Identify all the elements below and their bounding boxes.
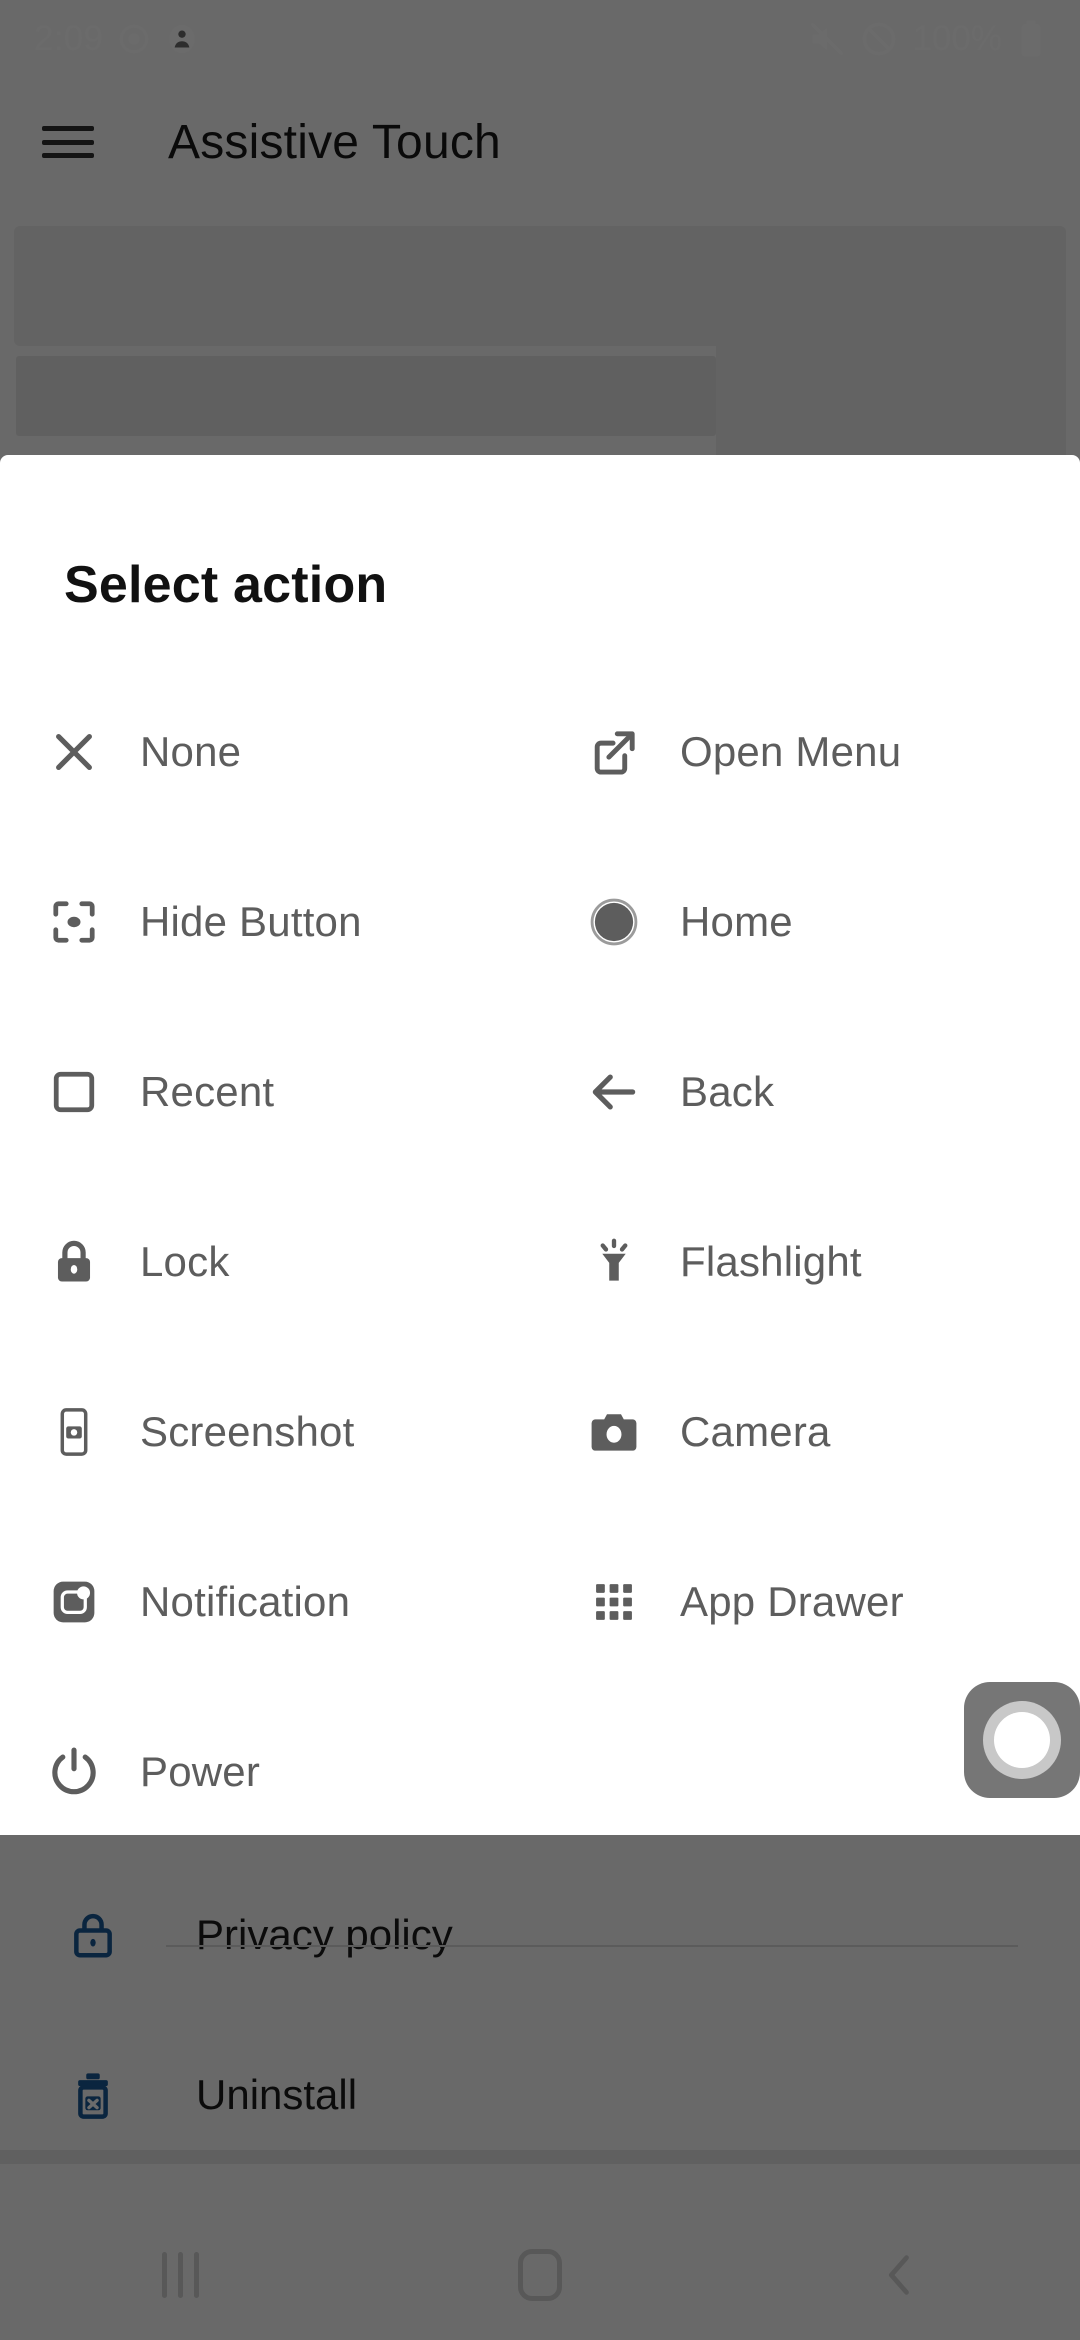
action-label: Hide Button	[140, 898, 362, 945]
lock-icon	[34, 1236, 114, 1288]
action-label: Back	[680, 1068, 775, 1115]
action-item-home[interactable]: Home	[540, 837, 1080, 1007]
flashlight-icon	[574, 1236, 654, 1288]
sheet-title: Select action	[64, 556, 388, 614]
action-item-open-menu[interactable]: Open Menu	[540, 667, 1080, 837]
action-item-screenshot[interactable]: Screenshot	[0, 1347, 540, 1517]
recent-square-icon	[34, 1066, 114, 1118]
action-item-none[interactable]: None	[0, 667, 540, 837]
action-label: None	[140, 728, 242, 775]
action-item-power[interactable]: Power	[0, 1687, 540, 1857]
action-label: Notification	[140, 1578, 351, 1625]
action-row: Power	[0, 1687, 1080, 1857]
action-label: Home	[680, 898, 793, 945]
action-item-notification[interactable]: Notification	[0, 1517, 540, 1687]
action-label: Lock	[140, 1238, 230, 1285]
power-icon	[34, 1744, 114, 1800]
phone-screen: 2:09 100%	[0, 0, 1080, 2340]
action-label: Open Menu	[680, 728, 902, 775]
action-row: Recent Back	[0, 1007, 1080, 1177]
camera-icon	[574, 1404, 654, 1460]
action-label: Power	[140, 1748, 261, 1795]
action-item-recent[interactable]: Recent	[0, 1007, 540, 1177]
action-item-hide-button[interactable]: Hide Button	[0, 837, 540, 1007]
home-circle-icon	[574, 894, 654, 950]
action-label: Camera	[680, 1408, 831, 1455]
bubble-ring	[983, 1701, 1061, 1779]
close-icon	[34, 724, 114, 780]
action-label: Screenshot	[140, 1408, 355, 1455]
open-in-new-icon	[574, 724, 654, 780]
action-item-back[interactable]: Back	[540, 1007, 1080, 1177]
assistive-touch-bubble-icon[interactable]	[964, 1682, 1080, 1798]
bubble-core	[994, 1712, 1050, 1768]
action-row: Lock Flashlight	[0, 1177, 1080, 1347]
action-row: None Open Menu	[0, 667, 1080, 837]
action-item-camera[interactable]: Camera	[540, 1347, 1080, 1517]
arrow-back-icon	[574, 1064, 654, 1120]
hide-button-icon	[34, 896, 114, 948]
action-row: Screenshot Camera	[0, 1347, 1080, 1517]
screenshot-icon	[34, 1406, 114, 1458]
select-action-sheet: Select action None Open Menu Hide Button…	[0, 455, 1080, 1835]
app-drawer-icon	[574, 1577, 654, 1627]
action-item-app-drawer[interactable]: App Drawer	[540, 1517, 1080, 1687]
action-label: Recent	[140, 1068, 275, 1115]
action-grid: None Open Menu Hide Button Home Recent B…	[0, 667, 1080, 1857]
action-item-lock[interactable]: Lock	[0, 1177, 540, 1347]
action-row: Notification App Drawer	[0, 1517, 1080, 1687]
action-label: Flashlight	[680, 1238, 862, 1285]
action-item-flashlight[interactable]: Flashlight	[540, 1177, 1080, 1347]
notification-icon	[34, 1576, 114, 1628]
action-row: Hide Button Home	[0, 837, 1080, 1007]
action-label: App Drawer	[680, 1578, 904, 1625]
